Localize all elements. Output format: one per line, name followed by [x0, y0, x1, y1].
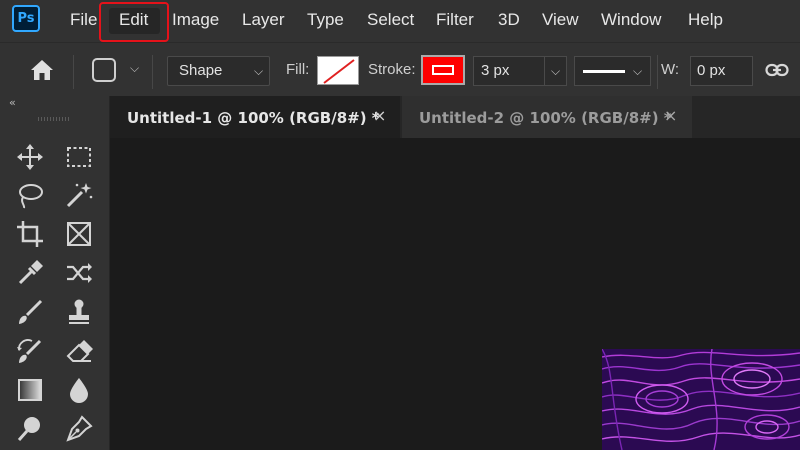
solid-line-icon	[583, 70, 625, 73]
collapse-panel-icon[interactable]: ‹‹	[9, 96, 16, 109]
chevron-down-icon[interactable]: ⌵	[130, 61, 139, 76]
menu-filter[interactable]: Filter	[436, 9, 474, 31]
menu-help[interactable]: Help	[688, 9, 723, 31]
menu-image[interactable]: Image	[172, 9, 219, 31]
contour-artwork-image	[602, 349, 800, 450]
menu-window[interactable]: Window	[601, 9, 661, 31]
options-separator	[73, 55, 74, 89]
width-value: 0 px	[697, 62, 726, 79]
pen-icon[interactable]	[64, 414, 94, 444]
eyedropper-icon[interactable]	[15, 258, 45, 288]
width-label: W:	[661, 61, 680, 78]
home-icon[interactable]	[30, 59, 54, 81]
link-icon[interactable]	[765, 61, 789, 79]
crop-icon[interactable]	[15, 219, 45, 249]
options-separator	[657, 55, 658, 89]
stamp-icon[interactable]	[64, 297, 94, 327]
width-field[interactable]: 0 px	[690, 56, 753, 86]
stroke-preview-icon	[432, 65, 454, 75]
fill-swatch[interactable]	[317, 56, 359, 85]
frame-icon[interactable]	[64, 219, 94, 249]
marquee-icon[interactable]	[64, 142, 94, 172]
chevron-down-icon: ⌵	[633, 64, 643, 78]
stroke-width-value: 3 px	[481, 62, 510, 79]
brush-icon[interactable]	[15, 297, 45, 327]
gradient-icon[interactable]	[15, 375, 45, 405]
menu-3d[interactable]: 3D	[498, 9, 520, 31]
fill-label: Fill:	[286, 61, 310, 78]
document-tab-bar: Untitled-1 @ 100% (RGB/8#) * × Untitled-…	[110, 96, 800, 138]
field-divider	[544, 57, 545, 85]
stroke-width-field[interactable]: 3 px ⌵	[473, 56, 567, 86]
document-artwork[interactable]	[602, 349, 800, 450]
blur-drop-icon[interactable]	[64, 375, 94, 405]
tab-untitled-2[interactable]: Untitled-2 @ 100% (RGB/8#) * ×	[402, 96, 692, 138]
menu-bar: Ps File Edit Image Layer Type Select Fil…	[0, 0, 800, 42]
options-separator	[152, 55, 153, 89]
magic-wand-icon[interactable]	[64, 180, 94, 210]
tool-mode-value: Shape	[179, 62, 223, 79]
tab-untitled-1[interactable]: Untitled-1 @ 100% (RGB/8#) * ×	[110, 96, 400, 138]
menu-edit[interactable]: Edit	[119, 9, 148, 31]
panel-grip-handle[interactable]	[38, 117, 70, 121]
tool-mode-select[interactable]: Shape ⌵	[167, 56, 270, 86]
stroke-swatch[interactable]	[421, 55, 465, 85]
eraser-icon[interactable]	[64, 336, 94, 366]
stroke-label: Stroke:	[368, 61, 416, 78]
close-icon[interactable]: ×	[373, 106, 386, 125]
menu-type[interactable]: Type	[307, 9, 344, 31]
tools-panel: ‹‹	[0, 96, 110, 450]
close-icon[interactable]: ×	[664, 106, 677, 125]
no-fill-slash-icon	[323, 59, 355, 84]
dodge-icon[interactable]	[15, 414, 45, 444]
chevron-down-icon: ⌵	[254, 64, 264, 78]
content-aware-move-icon[interactable]	[64, 258, 94, 288]
lasso-icon[interactable]	[15, 180, 45, 210]
options-bar: ⌵ Shape ⌵ Fill: Stroke: 3 px ⌵ ⌵ W: 0 px	[0, 42, 800, 96]
shape-tool-preset-icon[interactable]	[92, 58, 116, 82]
menu-layer[interactable]: Layer	[242, 9, 285, 31]
move-icon[interactable]	[15, 142, 45, 172]
tab-label: Untitled-1 @ 100% (RGB/8#) *	[127, 109, 380, 127]
tab-label: Untitled-2 @ 100% (RGB/8#) *	[419, 109, 672, 127]
history-brush-icon[interactable]	[15, 336, 45, 366]
menu-select[interactable]: Select	[367, 9, 414, 31]
chevron-down-icon[interactable]: ⌵	[551, 64, 560, 79]
photoshop-logo-icon[interactable]: Ps	[12, 5, 40, 32]
menu-view[interactable]: View	[542, 9, 579, 31]
stroke-type-select[interactable]: ⌵	[574, 56, 651, 86]
menu-file[interactable]: File	[70, 9, 97, 31]
